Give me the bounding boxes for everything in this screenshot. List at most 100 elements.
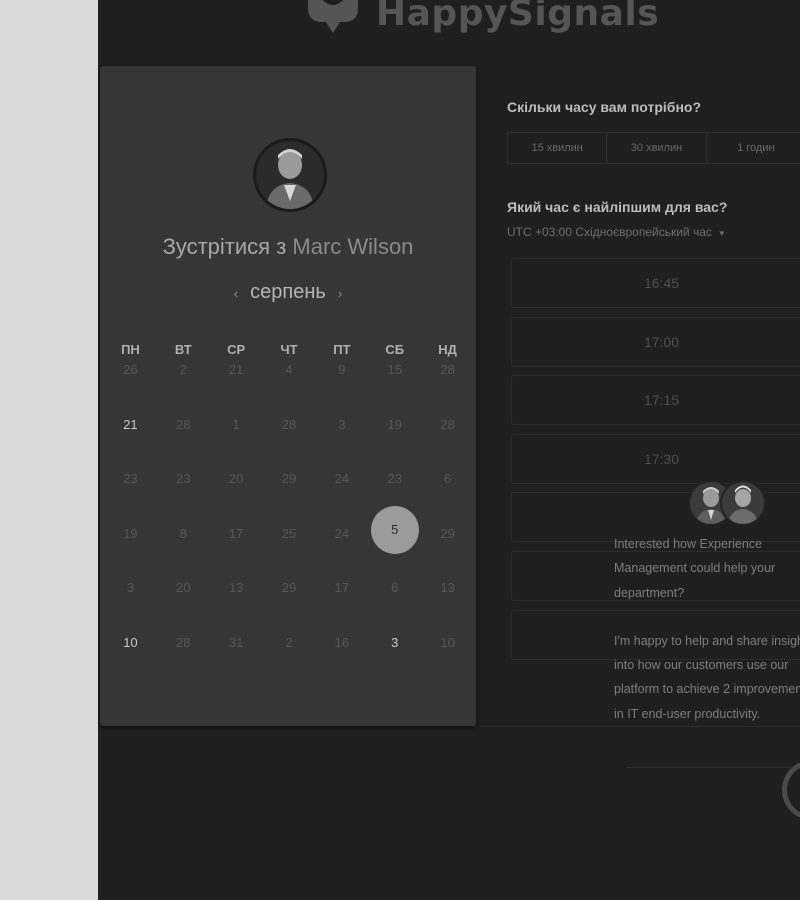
calendar-day[interactable]: 20: [157, 580, 210, 635]
calendar-day-number: 19: [123, 525, 138, 541]
meet-title: Зустрітися з Marc Wilson: [100, 234, 476, 260]
calendar-day[interactable]: 3: [368, 635, 421, 690]
calendar-day-number: 21: [228, 362, 244, 377]
calendar-day[interactable]: 29: [421, 526, 474, 581]
calendar-day-number: 29: [281, 471, 297, 486]
host-avatar: [253, 138, 327, 212]
calendar-week-row: 3 20 13 29 17 6 13: [104, 580, 474, 635]
time-slot[interactable]: 17:00: [511, 316, 800, 367]
calendar-day[interactable]: 9: [315, 362, 368, 417]
calendar-card: Зустрітися з Marc Wilson ‹ серпень › ПН …: [100, 66, 476, 726]
next-month-icon[interactable]: ›: [338, 285, 343, 301]
calendar-day[interactable]: 2: [157, 362, 210, 417]
calendar-day-number: 28: [440, 416, 455, 432]
prev-month-icon[interactable]: ‹: [233, 285, 238, 301]
calendar-day[interactable]: 19: [368, 417, 421, 472]
calendar-day-number: 25: [281, 525, 297, 541]
chat-agent-avatars: [688, 480, 768, 530]
time-slot[interactable]: 17:30: [511, 433, 800, 484]
calendar-day[interactable]: 13: [421, 580, 474, 635]
calendar-day[interactable]: 21: [104, 417, 157, 472]
calendar-day[interactable]: 28: [157, 635, 210, 690]
calendar-day[interactable]: 6: [368, 580, 421, 635]
time-title: Який час є найліпшим для вас?: [507, 199, 728, 215]
calendar-day-number: 1: [232, 416, 240, 432]
time-slot[interactable]: 17:15: [511, 375, 800, 426]
calendar-day-number: 6: [391, 580, 399, 595]
calendar-day-selected[interactable]: 5: [368, 505, 421, 581]
caret-down-icon: ▼: [717, 229, 726, 238]
calendar-day[interactable]: 21: [210, 362, 263, 417]
weekday-header: ПН ВТ СР ЧТ ПТ СБ НД: [104, 338, 474, 362]
host-name: Marc Wilson: [292, 234, 414, 259]
calendar-day-number: 3: [338, 416, 346, 432]
calendar-day[interactable]: 25: [263, 526, 316, 581]
calendar-day[interactable]: 2: [263, 635, 316, 690]
calendar-day[interactable]: 3: [104, 580, 157, 635]
calendar-day-number: 3: [126, 580, 135, 595]
weekday-label: ПТ: [333, 342, 351, 357]
calendar-day[interactable]: 28: [421, 362, 474, 417]
calendar-day-number: 13: [440, 580, 455, 595]
booking-panel: Скільки часу вам потрібно? 15 хвилин 30 …: [493, 0, 800, 900]
calendar-day[interactable]: 28: [421, 417, 474, 472]
calendar-day[interactable]: 16: [315, 635, 368, 690]
duration-option-15[interactable]: 15 хвилин: [508, 133, 608, 163]
calendar-day[interactable]: 29: [263, 580, 316, 635]
calendar-day[interactable]: 10: [421, 635, 474, 690]
calendar-day[interactable]: 4: [263, 362, 316, 417]
weekday-label: ВТ: [174, 342, 192, 357]
calendar-week-row: 23 23 20 29 24 23 6: [104, 471, 474, 526]
calendar-day-number: 3: [391, 634, 399, 650]
duration-option-30[interactable]: 30 хвилин: [607, 133, 707, 163]
calendar-day-number: 4: [285, 362, 293, 377]
calendar-day[interactable]: 31: [210, 635, 263, 690]
calendar-day-number: 6: [443, 471, 452, 486]
duration-title: Скільки часу вам потрібно?: [507, 99, 702, 115]
divider: [480, 726, 800, 727]
calendar-day[interactable]: 17: [315, 580, 368, 635]
calendar-day[interactable]: 23: [157, 471, 210, 526]
calendar-day-number: 29: [440, 525, 455, 541]
calendar-week-row: 26 2 21 4 9 15 28: [104, 362, 474, 417]
calendar-day-number: 15: [387, 362, 402, 377]
calendar-day[interactable]: 13: [210, 580, 263, 635]
timezone-selector[interactable]: UTC +03:00 Східноєвропейський час ▼: [507, 225, 726, 239]
calendar-day[interactable]: 8: [157, 526, 210, 581]
logo-icon: [298, 0, 368, 48]
calendar-day[interactable]: 29: [263, 471, 316, 526]
calendar-day[interactable]: 23: [104, 471, 157, 526]
calendar-day-number: 21: [123, 416, 138, 432]
chat-divider: [627, 767, 800, 768]
calendar-day-number: 2: [179, 362, 187, 377]
calendar-day[interactable]: 24: [315, 471, 368, 526]
chat-message-text: Interested how Experience Management cou…: [614, 537, 776, 600]
calendar-day[interactable]: 24: [315, 526, 368, 581]
calendar-day-number: 26: [123, 362, 138, 377]
calendar-day-number: 20: [228, 471, 244, 486]
calendar-day[interactable]: 28: [157, 417, 210, 472]
calendar-day[interactable]: 28: [263, 417, 316, 472]
weekday-label: ПН: [121, 342, 140, 357]
calendar-day[interactable]: 10: [104, 635, 157, 690]
calendar-day[interactable]: 19: [104, 526, 157, 581]
calendar-week-row: 10 28 31 2 16 3 10: [104, 635, 474, 690]
calendar-day[interactable]: 20: [210, 471, 263, 526]
weekday-label: СР: [227, 342, 246, 357]
time-slot[interactable]: 16:45: [511, 258, 800, 308]
calendar-day[interactable]: 26: [104, 362, 157, 417]
calendar-day[interactable]: 17: [210, 526, 263, 581]
calendar-day[interactable]: 1: [210, 417, 263, 472]
calendar-day-number: 23: [387, 471, 402, 486]
calendar-day[interactable]: 6: [421, 471, 474, 526]
calendar-day-number: 10: [440, 634, 455, 650]
duration-option-60[interactable]: 1 годин: [707, 133, 800, 163]
booking-page: HappySignals Зустрітися з Marc Wilson ‹ …: [98, 0, 800, 900]
calendar-day-number: 24: [334, 471, 350, 486]
calendar-day-number: 24: [334, 525, 350, 541]
agent-avatar: [720, 480, 766, 526]
weekday-label: СБ: [385, 342, 405, 357]
calendar-day-number: 9: [338, 362, 346, 377]
calendar-day[interactable]: 3: [315, 417, 368, 472]
calendar-day[interactable]: 15: [368, 362, 421, 417]
